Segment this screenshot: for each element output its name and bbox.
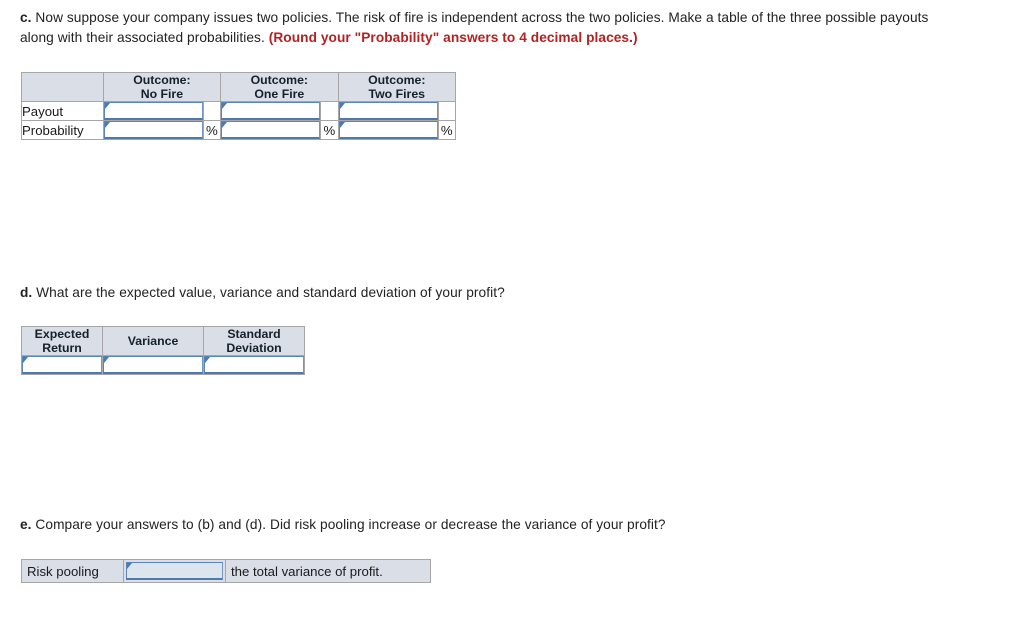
payout-one-fire-cell[interactable] [220,101,322,121]
input-marker-icon [222,122,228,128]
question-e-text: e. Compare your answers to (b) and (d). … [20,515,960,535]
header-no-fire-line2: No Fire [140,87,184,101]
stats-header-variance: Variance [102,326,204,356]
payout-two-fires-cell[interactable] [337,101,439,121]
probability-no-fire-input[interactable] [103,121,203,139]
header-expected-return-line2: Return [42,341,82,355]
payout-two-fires-input[interactable] [338,102,438,120]
question-c-label: c. [20,10,32,25]
payout-table-header-two-fires: Outcome: Two Fires [337,72,457,102]
probability-two-fires-input[interactable] [338,121,438,139]
header-no-fire-line1: Outcome: [133,73,191,87]
question-c-rounding-note: (Round your "Probability" answers to 4 d… [268,30,638,45]
stats-table-header-row: Expected Return Variance Standard Deviat… [21,326,305,356]
input-marker-icon [23,357,28,363]
payout-no-fire-unit [202,101,222,121]
input-marker-icon [104,103,110,109]
probability-two-fires-cell[interactable] [337,120,439,140]
payout-table-header-one-fire: Outcome: One Fire [220,72,339,102]
table-row [21,355,305,375]
table-row: Probability % % % [21,120,457,140]
payout-table-corner-header [21,72,104,102]
payout-one-fire-unit [320,101,339,121]
probability-one-fire-unit: % [320,120,339,140]
expected-return-cell[interactable] [21,355,103,375]
question-e-body: Compare your answers to (b) and (d). Did… [31,517,666,532]
payout-one-fire-input[interactable] [221,102,321,120]
question-d-body: What are the expected value, variance an… [32,285,505,300]
risk-pooling-suffix-label: the total variance of profit. [225,559,431,583]
header-two-fires-line2: Two Fires [368,87,425,101]
variance-cell[interactable] [102,355,204,375]
input-marker-icon [339,122,345,128]
header-one-fire-line2: One Fire [254,87,305,101]
probability-no-fire-unit: % [202,120,222,140]
payout-two-fires-unit [437,101,457,121]
probability-two-fires-unit: % [437,120,457,140]
stats-header-standard-deviation: Standard Deviation [203,326,305,356]
input-marker-icon [339,103,345,109]
payout-probability-table: Outcome: No Fire Outcome: One Fire Outco… [21,72,457,140]
header-two-fires-line1: Outcome: [368,73,426,87]
input-marker-icon [104,357,109,363]
question-e-label: e. [20,517,32,532]
probability-one-fire-cell[interactable] [220,120,322,140]
table-row: Payout [21,101,457,121]
header-one-fire-line1: Outcome: [250,73,308,87]
standard-deviation-input[interactable] [204,356,304,374]
input-marker-icon [127,563,132,569]
header-standard-deviation-line2: Deviation [226,341,282,355]
question-c-text: c. Now suppose your company issues two p… [20,8,960,48]
payout-table-header-row: Outcome: No Fire Outcome: One Fire Outco… [21,72,457,102]
stats-header-expected-return: Expected Return [21,326,103,356]
risk-pooling-select[interactable] [126,562,223,580]
header-expected-return-line1: Expected [34,327,90,341]
expected-return-variance-table: Expected Return Variance Standard Deviat… [21,326,305,375]
expected-return-input[interactable] [22,356,102,374]
probability-one-fire-input[interactable] [221,121,321,139]
table-row: Risk pooling the total variance of profi… [21,559,431,583]
question-d-text: d. What are the expected value, variance… [20,283,960,303]
payout-no-fire-input[interactable] [103,102,203,120]
risk-pooling-select-cell[interactable] [123,559,226,583]
probability-no-fire-cell[interactable] [102,120,204,140]
payout-table-header-no-fire: Outcome: No Fire [102,72,222,102]
row-label-payout: Payout [21,101,104,121]
input-marker-icon [205,357,210,363]
question-d-label: d. [20,285,33,300]
variance-input[interactable] [103,356,203,374]
header-variance-line1: Variance [127,334,179,348]
input-marker-icon [104,122,110,128]
risk-pooling-prefix-label: Risk pooling [21,559,124,583]
standard-deviation-cell[interactable] [203,355,305,375]
risk-pooling-table: Risk pooling the total variance of profi… [21,559,431,583]
row-label-probability: Probability [21,120,104,140]
payout-no-fire-cell[interactable] [102,101,204,121]
header-standard-deviation-line1: Standard [227,327,281,341]
input-marker-icon [222,103,228,109]
